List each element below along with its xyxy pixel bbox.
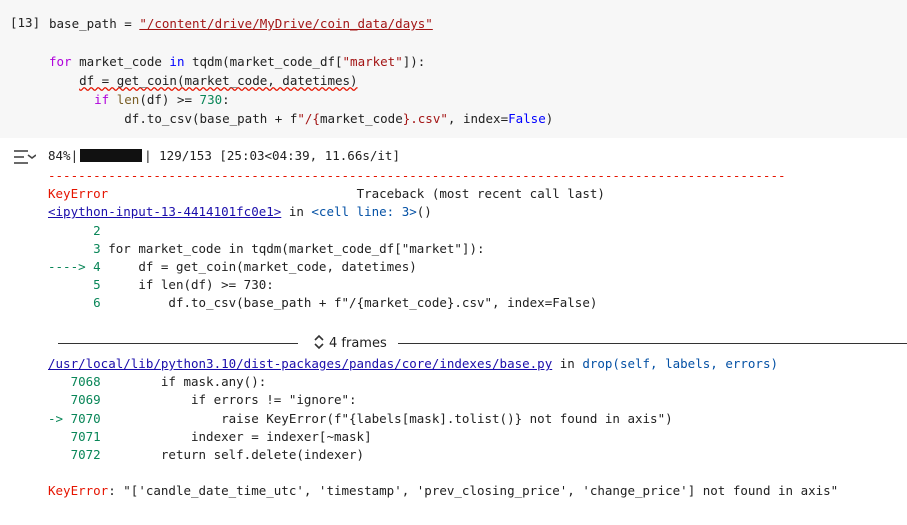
final-error: KeyError: "['candle_date_time_utc', 'tim…	[48, 483, 839, 498]
progress-bar	[80, 149, 143, 162]
traceback-2: /usr/local/lib/python3.10/dist-packages/…	[48, 356, 778, 463]
code-line-2: for market_code in tqdm(market_code_df["…	[49, 54, 426, 69]
output-actions-icon[interactable]	[12, 147, 36, 167]
code-cell-input[interactable]: [13] base_path = "/content/drive/MyDrive…	[0, 0, 907, 138]
expand-icon	[314, 334, 324, 350]
error-name: KeyError	[48, 186, 109, 202]
code-line-4: if len(df) >= 730:	[94, 92, 230, 107]
lib-path-link[interactable]: /usr/local/lib/python3.10/dist-packages/…	[48, 356, 552, 371]
execution-count: [13]	[10, 15, 41, 30]
code-editor[interactable]: base_path = "/content/drive/MyDrive/coin…	[49, 14, 553, 128]
frames-toggle[interactable]: 4 frames	[58, 334, 907, 354]
code-line-3: df = get_coin(market_code, datetimes)	[79, 73, 358, 88]
traceback-header: Traceback (most recent call last)	[356, 186, 605, 202]
traceback-1: ----------------------------------------…	[48, 168, 786, 311]
code-line-1: base_path = "/content/drive/MyDrive/coin…	[49, 16, 433, 31]
progress-output: 84%| | 129/153 [25:03<04:39, 11.66s/it]	[48, 148, 400, 163]
code-line-5: df.to_csv(base_path + f"/{market_code}.c…	[124, 111, 554, 126]
ipython-input-link[interactable]: <ipython-input-13-4414101fc0e1>	[48, 204, 281, 219]
dash-rule: ----------------------------------------…	[48, 168, 786, 183]
